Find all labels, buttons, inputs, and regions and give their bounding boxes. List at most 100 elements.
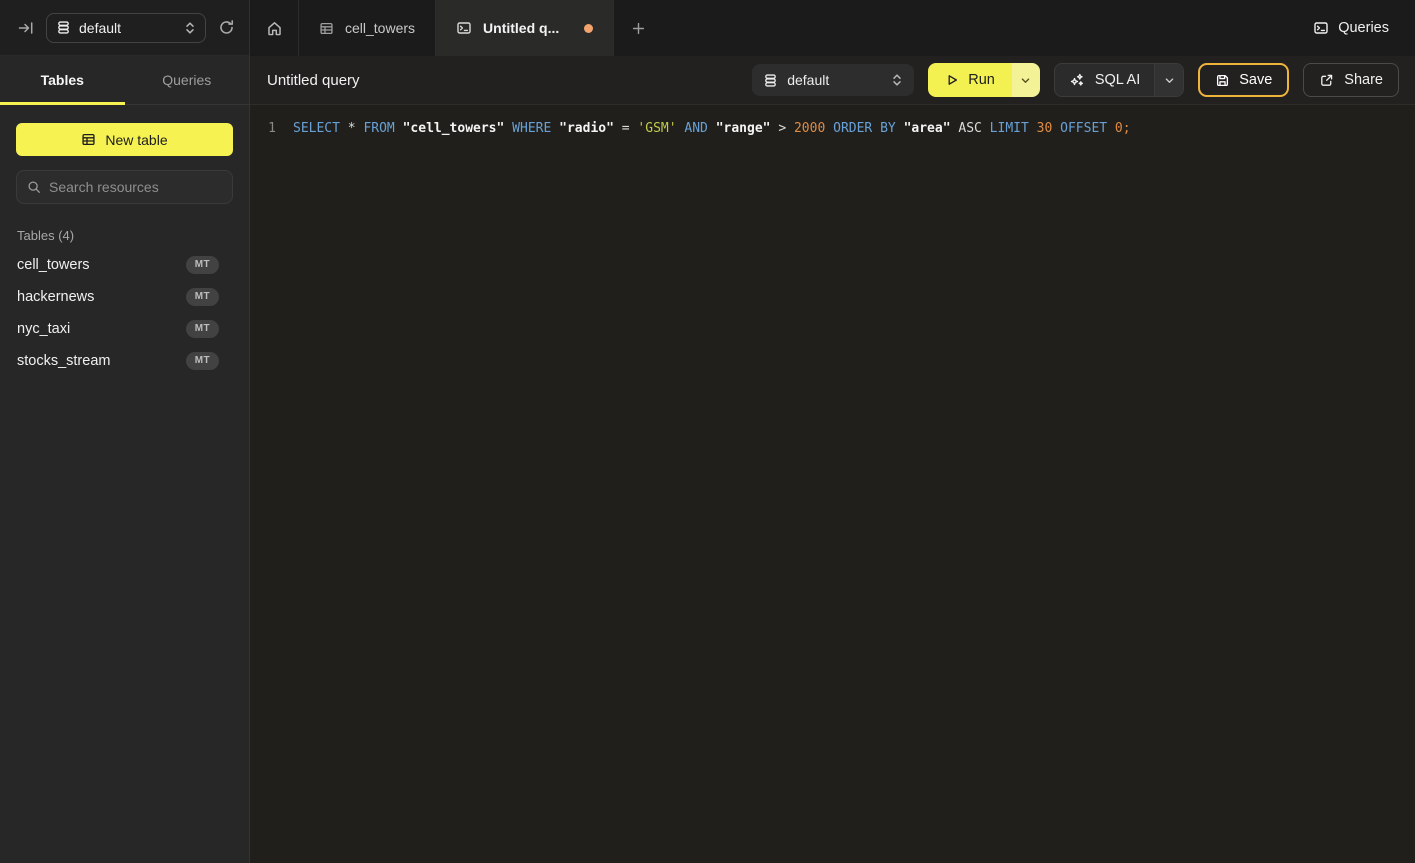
- query-icon: [1313, 20, 1329, 36]
- sidebar-tab-queries[interactable]: Queries: [125, 56, 250, 104]
- chevron-down-icon: [1020, 75, 1031, 86]
- table-row[interactable]: stocks_stream MT: [0, 345, 249, 377]
- share-label: Share: [1344, 72, 1383, 88]
- collapse-sidebar-icon: [18, 20, 34, 36]
- query-database-selector[interactable]: default: [752, 64, 914, 96]
- tab-label: Untitled q...: [483, 20, 559, 36]
- sql-token: AND: [677, 121, 708, 136]
- sidebar-tab-label: Tables: [41, 72, 84, 88]
- sql-token: "cell_towers": [395, 121, 505, 136]
- save-button[interactable]: Save: [1198, 63, 1289, 97]
- tab-label: cell_towers: [345, 20, 415, 36]
- sql-ai-label: SQL AI: [1095, 72, 1140, 88]
- database-selector-value: default: [79, 20, 121, 36]
- query-toolbar: Untitled query default: [250, 56, 1415, 105]
- play-icon: [945, 73, 959, 87]
- sql-editor[interactable]: 1 SELECT * FROM "cell_towers" WHERE "rad…: [250, 105, 1415, 863]
- sql-token: =: [614, 121, 630, 136]
- query-title: Untitled query: [267, 72, 360, 89]
- table-row[interactable]: nyc_taxi MT: [0, 313, 249, 345]
- search-box: [16, 170, 233, 204]
- table-icon: [81, 132, 96, 147]
- tab-cell-towers[interactable]: cell_towers: [299, 0, 436, 56]
- new-table-label: New table: [105, 132, 167, 148]
- sql-token: SELECT: [293, 121, 340, 136]
- sql-token: 2000: [786, 121, 825, 136]
- sql-token: ORDER: [825, 121, 872, 136]
- database-selector[interactable]: default: [46, 13, 206, 43]
- sql-token: WHERE: [504, 121, 551, 136]
- sql-token: ASC: [951, 121, 982, 136]
- share-icon: [1319, 73, 1334, 88]
- database-icon: [56, 20, 71, 35]
- refresh-icon: [218, 19, 235, 36]
- code-line: 1 SELECT * FROM "cell_towers" WHERE "rad…: [250, 118, 1415, 139]
- table-list: cell_towers MT hackernews MT nyc_taxi MT…: [0, 249, 249, 377]
- table-row[interactable]: cell_towers MT: [0, 249, 249, 281]
- save-label: Save: [1239, 72, 1272, 88]
- sparkles-icon: [1069, 72, 1085, 88]
- table-name: stocks_stream: [17, 353, 110, 369]
- top-header: default: [0, 0, 1415, 56]
- sql-token: BY: [872, 121, 895, 136]
- sidebar: Tables Queries New table: [0, 56, 250, 863]
- sql-ai-button[interactable]: SQL AI: [1055, 64, 1154, 96]
- sql-token: FROM: [356, 121, 395, 136]
- table-icon: [319, 21, 334, 36]
- sql-token: "area": [896, 121, 951, 136]
- home-icon: [266, 20, 283, 37]
- updown-chevron-icon: [891, 73, 903, 87]
- unsaved-changes-dot: [584, 24, 593, 33]
- run-split-button: Run: [928, 63, 1040, 97]
- sql-ai-options-button[interactable]: [1154, 64, 1183, 96]
- table-name: hackernews: [17, 289, 94, 305]
- search-input[interactable]: [49, 179, 230, 195]
- table-row[interactable]: hackernews MT: [0, 281, 249, 313]
- tab-home[interactable]: [250, 0, 299, 56]
- queries-panel-button[interactable]: Queries: [1313, 0, 1389, 56]
- chevron-down-icon: [1164, 75, 1175, 86]
- sql-line-code: SELECT * FROM "cell_towers" WHERE "radio…: [293, 118, 1131, 139]
- sidebar-header: default: [0, 0, 250, 56]
- tab-untitled-query[interactable]: Untitled q...: [436, 0, 614, 56]
- sql-token: 30: [1029, 121, 1052, 136]
- table-name: cell_towers: [17, 257, 90, 273]
- table-engine-badge: MT: [186, 256, 219, 274]
- main-panel: Untitled query default: [250, 56, 1415, 863]
- sql-token: OFFSET: [1052, 121, 1107, 136]
- sql-token: 'GSM': [630, 121, 677, 136]
- queries-panel-label: Queries: [1338, 20, 1389, 36]
- table-engine-badge: MT: [186, 320, 219, 338]
- workspace: Tables Queries New table: [0, 56, 1415, 863]
- sidebar-tab-tables[interactable]: Tables: [0, 56, 125, 104]
- line-number: 1: [250, 118, 276, 139]
- new-tab-button[interactable]: [614, 0, 662, 56]
- run-options-button[interactable]: [1012, 63, 1040, 97]
- run-label: Run: [968, 72, 995, 88]
- sql-token: 0;: [1107, 121, 1130, 136]
- sql-token: LIMIT: [982, 121, 1029, 136]
- plus-icon: [631, 21, 646, 36]
- tab-bar: cell_towers Untitled q...: [250, 0, 662, 56]
- sql-token: "radio": [551, 121, 614, 136]
- table-engine-badge: MT: [186, 288, 219, 306]
- sql-token: >: [771, 121, 787, 136]
- share-button[interactable]: Share: [1303, 63, 1399, 97]
- header-spacer: [662, 0, 1313, 56]
- search-icon: [27, 180, 41, 194]
- sql-token: "range": [708, 121, 771, 136]
- sql-token: *: [340, 121, 356, 136]
- run-button[interactable]: Run: [928, 63, 1012, 97]
- sql-ai-split-button: SQL AI: [1054, 63, 1184, 97]
- query-icon: [456, 20, 472, 36]
- collapse-sidebar-button[interactable]: [18, 20, 34, 36]
- updown-chevron-icon: [184, 21, 196, 35]
- table-name: nyc_taxi: [17, 321, 70, 337]
- refresh-button[interactable]: [218, 19, 235, 36]
- table-engine-badge: MT: [186, 352, 219, 370]
- sidebar-tab-bar: Tables Queries: [0, 56, 249, 105]
- new-table-button[interactable]: New table: [16, 123, 233, 156]
- toolbar-actions: default Run: [752, 63, 1399, 97]
- database-icon: [763, 73, 778, 88]
- save-icon: [1215, 73, 1230, 88]
